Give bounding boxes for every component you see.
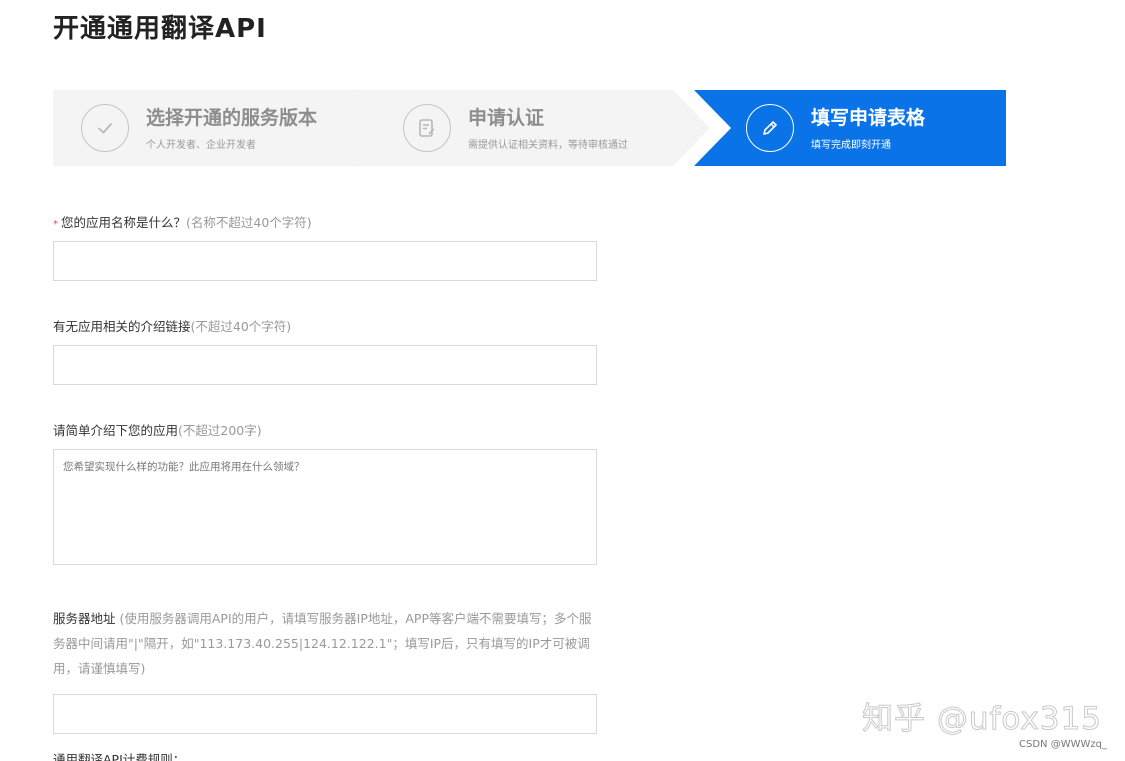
description-label-text: 请简单介绍下您的应用 bbox=[53, 423, 179, 438]
server-address-label: 服务器地址 (使用服务器调用API的用户，请填写服务器IP地址，APP等客户端不… bbox=[53, 606, 603, 681]
intro-link-input[interactable] bbox=[53, 345, 597, 385]
intro-link-label: 有无应用相关的介绍链接(不超过40个字符) bbox=[53, 316, 291, 335]
app-name-hint: (名称不超过40个字符) bbox=[186, 215, 312, 230]
required-mark: * bbox=[53, 219, 58, 230]
server-address-label-text: 服务器地址 bbox=[53, 611, 116, 626]
app-name-input[interactable] bbox=[53, 241, 597, 281]
check-icon bbox=[81, 104, 129, 152]
step-progress: 选择开通的服务版本 个人开发者、企业开发者 申请认证 需提供认证相关资料，等待审… bbox=[53, 90, 1006, 166]
intro-link-label-text: 有无应用相关的介绍链接 bbox=[53, 319, 191, 334]
step-2: 申请认证 需提供认证相关资料，等待审核通过 bbox=[403, 90, 628, 166]
billing-rules-label: 通用翻译API计费规则： bbox=[53, 752, 186, 761]
step-1-title: 选择开通的服务版本 bbox=[146, 106, 318, 129]
page-title: 开通通用翻译API bbox=[53, 14, 267, 44]
step-3-subtitle: 填写完成即刻开通 bbox=[811, 139, 891, 151]
csdn-watermark: CSDN @WWWzq_ bbox=[1019, 739, 1107, 750]
server-address-input[interactable] bbox=[53, 694, 597, 734]
pen-icon bbox=[746, 104, 794, 152]
step-2-title: 申请认证 bbox=[468, 106, 545, 129]
app-name-label: * 您的应用名称是什么？(名称不超过40个字符) bbox=[53, 212, 312, 231]
step-1: 选择开通的服务版本 个人开发者、企业开发者 bbox=[81, 90, 317, 166]
step-1-subtitle: 个人开发者、企业开发者 bbox=[146, 139, 256, 151]
step-3: 填写申请表格 填写完成即刻开通 bbox=[746, 90, 925, 166]
form-edit-icon bbox=[403, 104, 451, 152]
description-label: 请简单介绍下您的应用(不超过200字) bbox=[53, 420, 262, 439]
intro-link-hint: (不超过40个字符) bbox=[190, 319, 292, 334]
zhihu-watermark: 知乎 @ufox315 bbox=[862, 701, 1102, 738]
step-2-subtitle: 需提供认证相关资料，等待审核通过 bbox=[468, 139, 628, 151]
app-name-label-text: 您的应用名称是什么？ bbox=[61, 215, 187, 230]
description-hint: (不超过200字) bbox=[178, 423, 262, 438]
server-address-hint: (使用服务器调用API的用户，请填写服务器IP地址，APP等客户端不需要填写；多… bbox=[53, 611, 592, 676]
description-textarea[interactable] bbox=[53, 449, 597, 565]
step-3-title: 填写申请表格 bbox=[811, 106, 926, 129]
